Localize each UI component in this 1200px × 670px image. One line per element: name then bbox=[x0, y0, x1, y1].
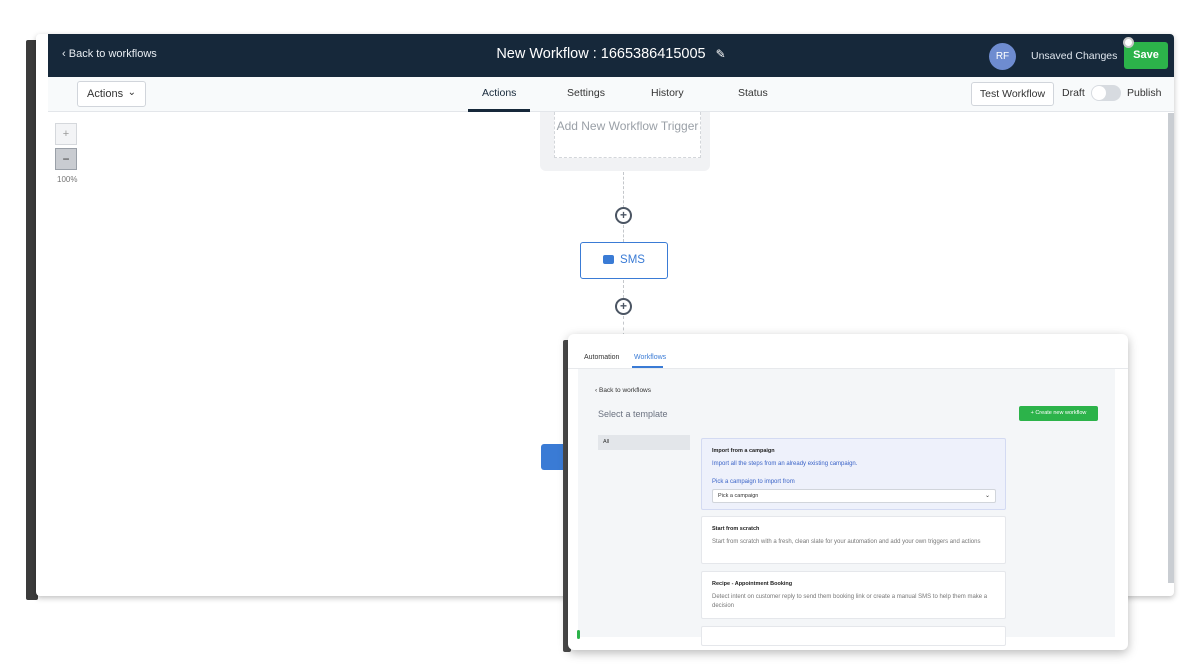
zoom-in-button[interactable]: + bbox=[55, 123, 77, 145]
add-step-plus-icon[interactable]: + bbox=[615, 207, 632, 224]
sms-label: SMS bbox=[620, 254, 645, 266]
tab-status[interactable]: Status bbox=[738, 87, 768, 99]
status-indicator bbox=[577, 630, 580, 639]
template-card-import-campaign[interactable]: Import from a campaign Import all the st… bbox=[701, 438, 1006, 510]
template-picker-panel: Automation Workflows ‹ Back to workflows… bbox=[568, 334, 1128, 650]
chevron-left-icon: ‹ bbox=[595, 387, 598, 394]
sub-toolbar: Actions ⌄ Actions Settings History Statu… bbox=[48, 77, 1174, 112]
dropdown-value: Pick a campaign bbox=[718, 493, 759, 499]
actions-dropdown[interactable]: Actions ⌄ bbox=[77, 81, 146, 107]
create-new-workflow-button[interactable]: + Create new workflow bbox=[1019, 406, 1098, 421]
tab-automation[interactable]: Automation bbox=[584, 354, 619, 361]
tab-history[interactable]: History bbox=[651, 87, 684, 99]
cursor-indicator-icon bbox=[1123, 37, 1134, 48]
overlay-back-link[interactable]: ‹ Back to workflows bbox=[595, 387, 651, 394]
card-description: Detect intent on customer reply to send … bbox=[712, 594, 988, 609]
chevron-down-icon: ⌄ bbox=[984, 493, 990, 499]
tab-actions[interactable]: Actions bbox=[482, 87, 516, 99]
pick-campaign-dropdown[interactable]: Pick a campaign ⌄ bbox=[712, 489, 996, 503]
card-title: Import from a campaign bbox=[712, 448, 775, 454]
draft-label: Draft bbox=[1062, 87, 1085, 99]
active-tab-underline bbox=[468, 109, 530, 112]
overlay-back-label: Back to workflows bbox=[598, 387, 652, 394]
pick-campaign-label: Pick a campaign to import from bbox=[712, 479, 795, 485]
vertical-scrollbar[interactable] bbox=[1168, 113, 1174, 583]
template-picker-body: ‹ Back to workflows Select a template + … bbox=[578, 369, 1115, 646]
avatar[interactable]: RF bbox=[989, 43, 1016, 70]
connector-line bbox=[623, 316, 624, 336]
template-card-start-scratch[interactable]: Start from scratch Start from scratch wi… bbox=[701, 516, 1006, 564]
connector-line bbox=[623, 172, 624, 208]
tab-settings[interactable]: Settings bbox=[567, 87, 605, 99]
card-title: Recipe - Appointment Booking bbox=[712, 581, 793, 587]
select-template-heading: Select a template bbox=[598, 409, 668, 419]
workflow-title-text: New Workflow : 1665386415005 bbox=[496, 46, 706, 62]
card-title: Start from scratch bbox=[712, 526, 760, 532]
category-all[interactable]: All bbox=[598, 435, 690, 450]
card-description: Start from scratch with a fresh, clean s… bbox=[712, 539, 981, 545]
chevron-down-icon: ⌄ bbox=[127, 87, 136, 98]
unsaved-changes-label: Unsaved Changes bbox=[1031, 50, 1118, 62]
sms-action-node[interactable]: SMS bbox=[580, 242, 668, 279]
connector-line bbox=[623, 280, 624, 298]
template-card-partial[interactable] bbox=[701, 626, 1006, 646]
toggle-knob bbox=[1092, 86, 1106, 100]
test-workflow-button[interactable]: Test Workflow bbox=[971, 82, 1054, 106]
overlay-tabs: Automation Workflows bbox=[568, 334, 1128, 369]
template-card-appointment-booking[interactable]: Recipe - Appointment Booking Detect inte… bbox=[701, 571, 1006, 619]
connector-line bbox=[623, 225, 624, 242]
chat-bubble-icon bbox=[603, 255, 615, 264]
card-description: Import all the steps from an already exi… bbox=[712, 461, 858, 467]
overlay-active-tab-underline bbox=[632, 366, 663, 368]
add-trigger-card[interactable]: Add New Workflow Trigger bbox=[554, 112, 701, 158]
actions-dropdown-label: Actions bbox=[87, 88, 124, 100]
zoom-out-button[interactable]: − bbox=[55, 148, 77, 170]
publish-label: Publish bbox=[1127, 87, 1162, 99]
zoom-level: 100% bbox=[57, 175, 78, 184]
pencil-icon[interactable]: ✎ bbox=[716, 47, 726, 61]
top-bar: ‹ Back to workflows New Workflow : 16653… bbox=[48, 34, 1174, 77]
publish-toggle[interactable] bbox=[1091, 85, 1121, 101]
add-step-plus-icon[interactable]: + bbox=[615, 298, 632, 315]
tab-workflows[interactable]: Workflows bbox=[634, 354, 666, 361]
